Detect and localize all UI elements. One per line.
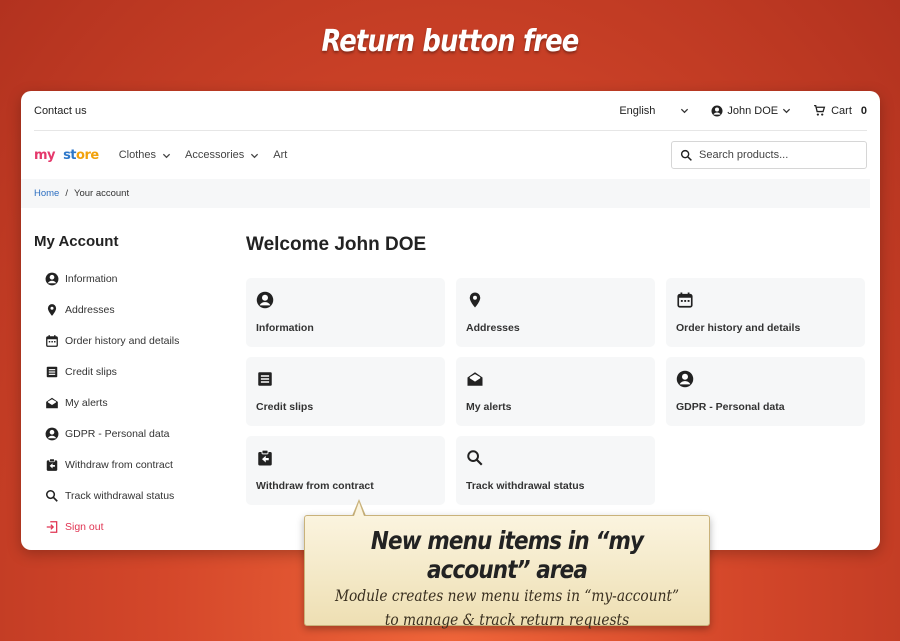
breadcrumb-current: Your account bbox=[73, 188, 130, 199]
sidebar-item-label: My alerts bbox=[65, 396, 108, 409]
nav-item-clothes[interactable]: Clothes bbox=[119, 149, 171, 161]
callout-title: New menu items in “my account” area bbox=[370, 526, 644, 584]
search-icon bbox=[467, 450, 483, 466]
breadcrumb-separator: / bbox=[65, 188, 68, 199]
search-icon bbox=[45, 489, 58, 502]
sidebar-title: My Account bbox=[34, 233, 119, 250]
card-label: Track withdrawal status bbox=[466, 480, 585, 492]
card-label: Credit slips bbox=[256, 401, 314, 413]
logo-part: my bbox=[34, 147, 56, 163]
sidebar-item-addresses[interactable]: Addresses bbox=[45, 294, 179, 325]
logo-part: st bbox=[63, 147, 77, 163]
sidebar-item-sign-out[interactable]: Sign out bbox=[45, 511, 179, 542]
chevron-down-icon bbox=[162, 153, 171, 158]
search-box bbox=[671, 141, 867, 169]
logo-part: ore bbox=[76, 147, 99, 163]
card-track-withdrawal[interactable]: Track withdrawal status bbox=[456, 436, 655, 505]
sidebar-item-label: Sign out bbox=[65, 520, 104, 533]
sidebar-item-label: Withdraw from contract bbox=[65, 458, 173, 471]
sidebar-item-my-alerts[interactable]: My alerts bbox=[45, 387, 179, 418]
card-label: Information bbox=[256, 322, 314, 334]
sidebar-item-track-withdrawal[interactable]: Track withdrawal status bbox=[45, 480, 179, 511]
account-circle-icon bbox=[711, 105, 723, 116]
sidebar-item-label: Information bbox=[65, 272, 118, 285]
clipboard-return-icon bbox=[258, 449, 272, 466]
sidebar-item-gdpr[interactable]: GDPR - Personal data bbox=[45, 418, 179, 449]
receipt-icon bbox=[46, 366, 58, 377]
card-my-alerts[interactable]: My alerts bbox=[456, 357, 655, 426]
location-pin-icon bbox=[469, 292, 481, 308]
cart-button[interactable]: Cart 0 bbox=[813, 104, 867, 117]
sidebar-item-label: GDPR - Personal data bbox=[65, 427, 170, 440]
nav-label: Clothes bbox=[118, 149, 156, 161]
breadcrumb-home-link[interactable]: Home bbox=[34, 188, 59, 199]
sidebar-item-credit-slips[interactable]: Credit slips bbox=[45, 356, 179, 387]
user-name: John DOE bbox=[727, 104, 779, 117]
receipt-icon bbox=[258, 372, 272, 386]
account-circle-icon bbox=[256, 291, 274, 309]
cart-icon bbox=[814, 104, 826, 116]
breadcrumb: Home / Your account bbox=[21, 179, 870, 208]
mail-open-icon bbox=[467, 372, 483, 386]
card-label: Order history and details bbox=[676, 322, 801, 334]
account-sidebar-menu: Information Addresses Order history and … bbox=[45, 263, 179, 542]
clipboard-return-icon bbox=[46, 458, 58, 471]
page-title: Welcome John DOE bbox=[246, 234, 427, 255]
sidebar-item-withdraw[interactable]: Withdraw from contract bbox=[45, 449, 179, 480]
calendar-icon bbox=[46, 334, 58, 347]
search-input[interactable] bbox=[699, 149, 859, 161]
location-pin-icon bbox=[47, 303, 57, 316]
store-window: Contact us English John DOE Cart 0 my st… bbox=[21, 91, 880, 550]
feature-callout: New menu items in “my account” area Modu… bbox=[304, 515, 710, 629]
callout-line-2: to manage & track return requests bbox=[384, 610, 630, 629]
top-bar: Contact us English John DOE Cart 0 bbox=[34, 91, 867, 131]
cart-label: Cart bbox=[831, 104, 852, 117]
nav-label: Accessories bbox=[184, 149, 245, 161]
callout-line-1: Module creates new menu items in “my-acc… bbox=[334, 586, 680, 605]
sidebar-item-label: Credit slips bbox=[65, 365, 117, 378]
nav-item-art[interactable]: Art bbox=[273, 149, 287, 161]
sidebar-item-label: Addresses bbox=[65, 303, 115, 316]
sidebar-item-label: Track withdrawal status bbox=[65, 489, 175, 502]
callout-pointer-fill bbox=[354, 502, 364, 516]
calendar-icon bbox=[677, 292, 693, 308]
card-withdraw[interactable]: Withdraw from contract bbox=[246, 436, 445, 505]
card-label: GDPR - Personal data bbox=[676, 401, 785, 413]
account-cards-grid: Information Addresses Order history and … bbox=[246, 278, 865, 505]
language-select[interactable]: English bbox=[619, 105, 689, 117]
language-label: English bbox=[619, 104, 656, 117]
sidebar-item-information[interactable]: Information bbox=[45, 263, 179, 294]
logout-icon bbox=[46, 520, 58, 533]
sidebar-item-order-history[interactable]: Order history and details bbox=[45, 325, 179, 356]
account-circle-icon bbox=[45, 427, 59, 440]
cart-count: 0 bbox=[860, 104, 867, 117]
nav-label: Art bbox=[273, 149, 288, 161]
user-menu[interactable]: John DOE bbox=[711, 105, 791, 117]
card-label: Addresses bbox=[466, 322, 520, 334]
nav-item-accessories[interactable]: Accessories bbox=[185, 149, 259, 161]
card-credit-slips[interactable]: Credit slips bbox=[246, 357, 445, 426]
search-icon[interactable] bbox=[680, 149, 693, 162]
chevron-down-icon bbox=[782, 108, 791, 114]
card-order-history[interactable]: Order history and details bbox=[666, 278, 865, 347]
banner-title: Return button free bbox=[321, 24, 580, 59]
mail-open-icon bbox=[46, 397, 58, 408]
store-logo[interactable]: my store bbox=[34, 148, 99, 163]
main-nav: my store Clothes Accessories Art bbox=[34, 132, 867, 178]
contact-link[interactable]: Contact us bbox=[34, 105, 619, 117]
chevron-down-icon bbox=[251, 153, 259, 158]
sidebar-item-label: Order history and details bbox=[65, 334, 180, 347]
chevron-down-icon bbox=[681, 108, 689, 114]
account-circle-icon bbox=[676, 370, 694, 388]
card-gdpr[interactable]: GDPR - Personal data bbox=[666, 357, 865, 426]
card-information[interactable]: Information bbox=[246, 278, 445, 347]
card-label: Withdraw from contract bbox=[256, 480, 374, 492]
card-label: My alerts bbox=[466, 401, 512, 413]
account-circle-icon bbox=[45, 272, 59, 285]
card-addresses[interactable]: Addresses bbox=[456, 278, 655, 347]
